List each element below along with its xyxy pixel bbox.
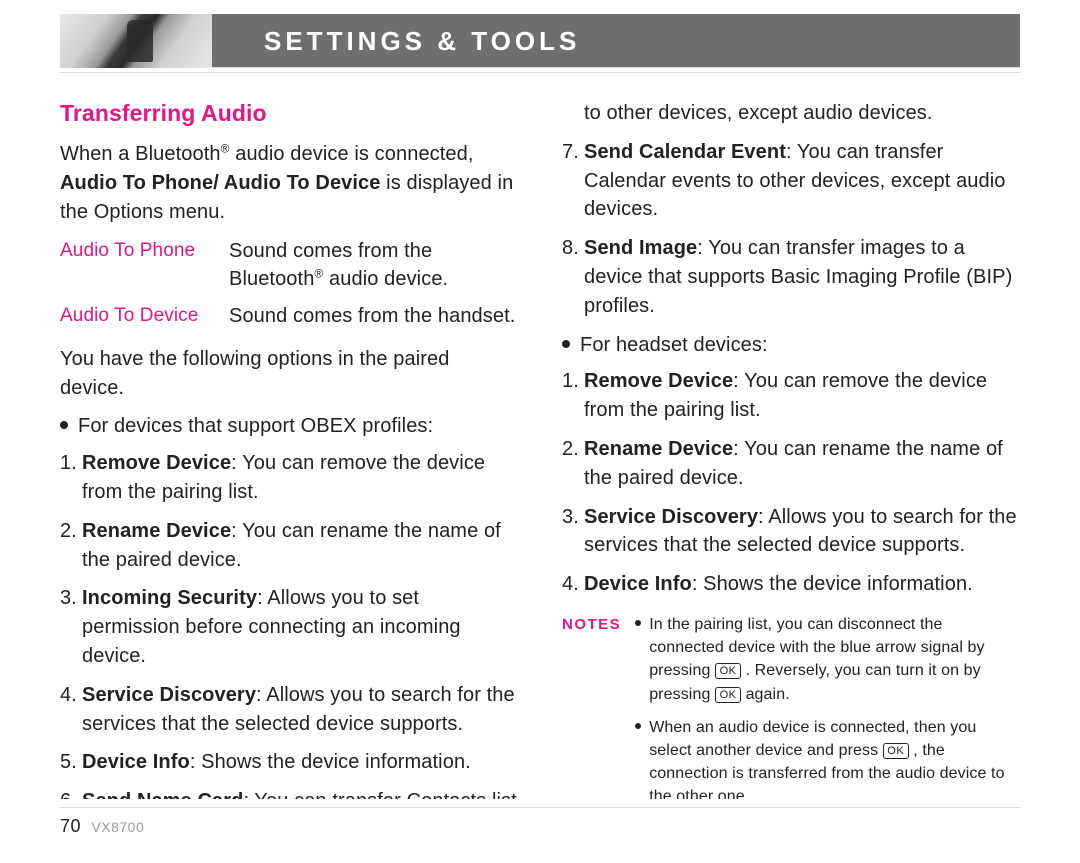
note-item: In the pairing list, you can disconnect … [635, 613, 1020, 706]
bullet-item: For devices that support OBEX profiles: [60, 412, 518, 441]
item-text: : Shows the device information. [190, 751, 471, 773]
list-item: Service Discovery: Allows you to search … [60, 681, 518, 739]
bullet-item: For headset devices: [562, 331, 1020, 360]
item-text: : Shows the device information. [692, 573, 973, 595]
intro-text: audio device is connected, [230, 143, 474, 165]
def-term: Audio To Device [60, 302, 205, 331]
item-title: Send Image [584, 237, 697, 259]
registered-mark: ® [221, 141, 230, 155]
ok-key-icon: OK [883, 743, 909, 759]
def-desc: Sound comes from the Bluetooth® audio de… [229, 237, 518, 295]
page-number: 70 [60, 816, 81, 836]
bullet-text: For devices that support OBEX profiles: [78, 412, 433, 441]
ok-key-icon: OK [715, 687, 741, 703]
options-intro: You have the following options in the pa… [60, 345, 518, 403]
header-rule [60, 72, 1020, 73]
list-item: Send Calendar Event: You can transfer Ca… [562, 138, 1020, 224]
list-item: Device Info: Shows the device informatio… [562, 570, 1020, 599]
item-title: Incoming Security [82, 587, 257, 609]
item-title: Remove Device [584, 370, 733, 392]
list-item: Device Info: Shows the device informatio… [60, 748, 518, 777]
note-text: When an audio device is connected, then … [649, 716, 1020, 799]
intro-paragraph: When a Bluetooth® audio device is connec… [60, 140, 518, 226]
item-title: Rename Device [82, 520, 231, 542]
note-text: In the pairing list, you can disconnect … [649, 613, 1020, 706]
note-item: When an audio device is connected, then … [635, 716, 1020, 799]
item-title: Device Info [584, 573, 692, 595]
list-item: Rename Device: You can rename the name o… [562, 435, 1020, 493]
item-title: Remove Device [82, 452, 231, 474]
page-footer: 70 VX8700 [60, 807, 1020, 837]
header-title-bar: SETTINGS & TOOLS [212, 14, 1020, 68]
section-heading: Transferring Audio [60, 97, 518, 130]
item-title: Service Discovery [584, 506, 758, 528]
item-title: Send Name Card [82, 790, 243, 799]
obex-option-list-cont: Send Calendar Event: You can transfer Ca… [562, 138, 1020, 321]
notes-label: NOTES [562, 613, 621, 636]
ok-key-icon: OK [715, 663, 741, 679]
bullet-text: For headset devices: [580, 331, 768, 360]
def-desc-text: audio device. [323, 268, 448, 290]
list-item: Incoming Security: Allows you to set per… [60, 584, 518, 670]
note-text-part: again. [746, 686, 790, 703]
page-header: SETTINGS & TOOLS [60, 14, 1020, 68]
intro-bold: Audio To Phone/ Audio To Device [60, 172, 381, 194]
def-desc: Sound comes from the handset. [229, 302, 518, 331]
definition-list: Audio To Phone Sound comes from the Blue… [60, 237, 518, 331]
list-item: Send Image: You can transfer images to a… [562, 234, 1020, 320]
list-item: Rename Device: You can rename the name o… [60, 517, 518, 575]
item-text: : You can transfer Contacts list [243, 790, 516, 799]
headset-option-list: Remove Device: You can remove the device… [562, 367, 1020, 599]
notes-block: NOTES In the pairing list, you can disco… [562, 613, 1020, 799]
notes-items: In the pairing list, you can disconnect … [635, 613, 1020, 799]
bullet-icon [60, 421, 68, 429]
header-title: SETTINGS & TOOLS [264, 26, 580, 57]
item-title: Send Calendar Event [584, 141, 786, 163]
content-columns: Transferring Audio When a Bluetooth® aud… [60, 79, 1020, 799]
def-term: Audio To Phone [60, 237, 205, 295]
column-right: to other devices, except audio devices. … [562, 97, 1020, 799]
obex-option-list: Remove Device: You can remove the device… [60, 449, 518, 799]
column-left: Transferring Audio When a Bluetooth® aud… [60, 97, 518, 799]
intro-text: When a Bluetooth [60, 143, 221, 165]
list-item: Service Discovery: Allows you to search … [562, 503, 1020, 561]
item-title: Service Discovery [82, 684, 256, 706]
list-item: Remove Device: You can remove the device… [562, 367, 1020, 425]
list-item: Send Name Card: You can transfer Contact… [60, 787, 518, 799]
item-title: Rename Device [584, 438, 733, 460]
list-item: Remove Device: You can remove the device… [60, 449, 518, 507]
header-photo [60, 14, 212, 68]
bullet-icon [635, 723, 641, 729]
bullet-icon [635, 620, 641, 626]
bullet-icon [562, 340, 570, 348]
page: SETTINGS & TOOLS Transferring Audio When… [0, 0, 1080, 799]
model-number: VX8700 [91, 819, 144, 835]
list-item-continuation: to other devices, except audio devices. [562, 99, 1020, 128]
item-title: Device Info [82, 751, 190, 773]
